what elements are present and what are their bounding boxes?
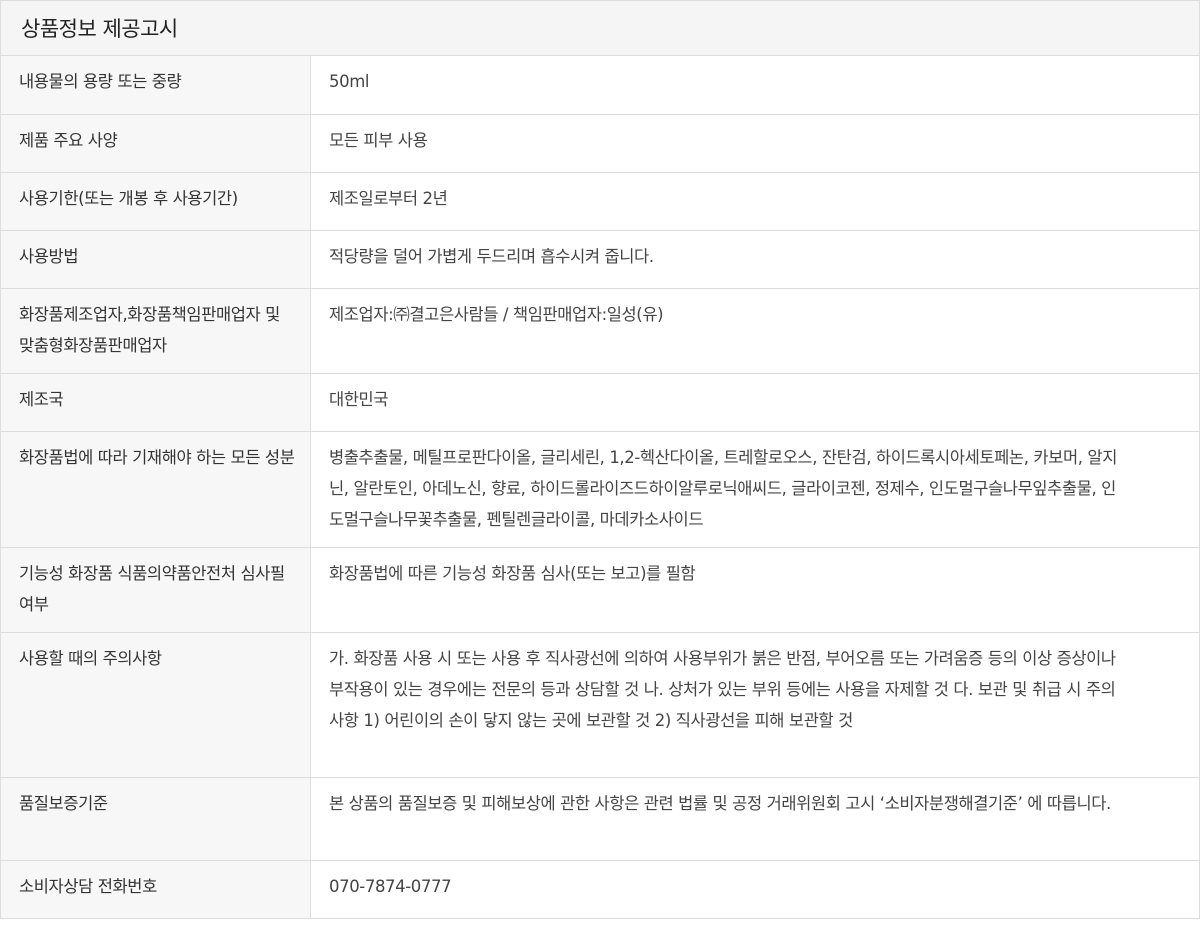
row-label: 사용방법 [0,230,311,289]
table-row-manufacturer: 화장품제조업자,화장품책임판매업자 및 맞춤형화장품판매업자 제조업자:㈜결고은… [0,288,1200,374]
row-value: 모든 피부 사용 [310,114,1200,173]
row-label: 소비자상담 전화번호 [0,860,311,919]
row-value: 070-7874-0777 [310,860,1200,919]
product-info-notice: 상품정보 제공고시 내용물의 용량 또는 중량 50ml 제품 주요 사양 모든… [0,0,1200,919]
table-row-ingredients: 화장품법에 따라 기재해야 하는 모든 성분 병출추출물, 메틸프로판다이올, … [0,431,1200,548]
row-label: 화장품법에 따라 기재해야 하는 모든 성분 [0,431,311,548]
row-value: 가. 화장품 사용 시 또는 사용 후 직사광선에 의하여 사용부위가 붉은 반… [310,632,1200,778]
row-label: 제조국 [0,373,311,432]
table-row-expiration: 사용기한(또는 개봉 후 사용기간) 제조일로부터 2년 [0,172,1200,231]
row-label: 제품 주요 사양 [0,114,311,173]
row-value: 적당량을 덜어 가볍게 두드리며 흡수시켜 줍니다. [310,230,1200,289]
row-value: 50ml [310,56,1200,115]
row-value: 제조업자:㈜결고은사람들 / 책임판매업자:일성(유) [310,288,1200,374]
row-label: 화장품제조업자,화장품책임판매업자 및 맞춤형화장품판매업자 [0,288,311,374]
notice-title: 상품정보 제공고시 [0,0,1200,56]
table-row-country: 제조국 대한민국 [0,373,1200,432]
row-label: 사용할 때의 주의사항 [0,632,311,778]
table-row-usage: 사용방법 적당량을 덜어 가볍게 두드리며 흡수시켜 줍니다. [0,230,1200,289]
product-info-table: 내용물의 용량 또는 중량 50ml 제품 주요 사양 모든 피부 사용 사용기… [0,56,1200,919]
row-label: 기능성 화장품 식품의약품안전처 심사필 여부 [0,547,311,633]
row-value: 본 상품의 품질보증 및 피해보상에 관한 사항은 관련 법률 및 공정 거래위… [310,777,1200,861]
table-row-quality-guarantee: 품질보증기준 본 상품의 품질보증 및 피해보상에 관한 사항은 관련 법률 및… [0,777,1200,861]
table-row-capacity: 내용물의 용량 또는 중량 50ml [0,56,1200,115]
row-value: 화장품법에 따른 기능성 화장품 심사(또는 보고)를 필함 [310,547,1200,633]
table-row-specification: 제품 주요 사양 모든 피부 사용 [0,114,1200,173]
row-value: 제조일로부터 2년 [310,172,1200,231]
row-label: 사용기한(또는 개봉 후 사용기간) [0,172,311,231]
table-row-functional-review: 기능성 화장품 식품의약품안전처 심사필 여부 화장품법에 따른 기능성 화장품… [0,547,1200,633]
row-value: 병출추출물, 메틸프로판다이올, 글리세린, 1,2-헥산다이올, 트레할로오스… [310,431,1200,548]
table-row-contact-phone: 소비자상담 전화번호 070-7874-0777 [0,860,1200,919]
table-row-precautions: 사용할 때의 주의사항 가. 화장품 사용 시 또는 사용 후 직사광선에 의하… [0,632,1200,778]
row-value: 대한민국 [310,373,1200,432]
row-label: 내용물의 용량 또는 중량 [0,56,311,115]
row-label: 품질보증기준 [0,777,311,861]
